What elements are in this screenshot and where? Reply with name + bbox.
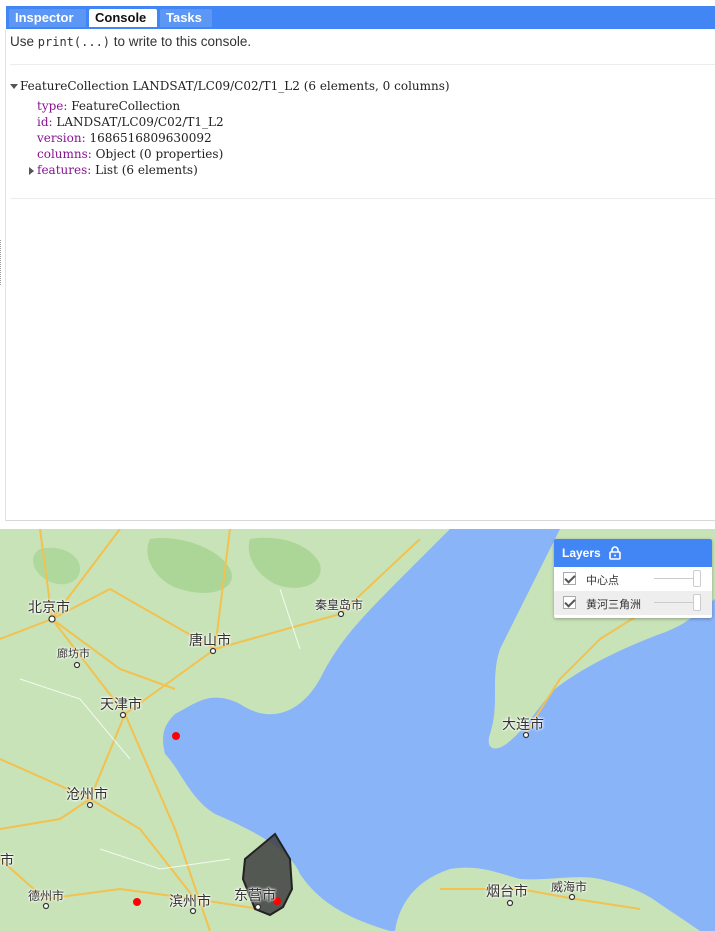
object-prop-type: type: FeatureCollection [37,99,180,113]
object-header[interactable]: FeatureCollection LANDSAT/LC09/C02/T1_L2… [20,79,450,93]
prop-value: List (6 elements) [95,163,198,177]
prop-key: columns: [37,147,92,161]
prop-value: 1686516809630092 [89,131,212,145]
prop-key: type: [37,99,68,113]
layers-panel: Layers 中心点 黄河三角洲 [554,539,712,618]
layer-name: 黄河三角洲 [586,599,641,611]
layers-title: Layers [562,546,601,560]
resize-handle[interactable] [0,240,4,285]
hint-code: print(...) [37,35,111,49]
lock-icon[interactable] [609,546,621,560]
tab-tasks[interactable]: Tasks [160,9,212,27]
city-label-beijing: 北京市 [28,599,70,615]
forest-patch [248,537,321,588]
city-label-partial: 市 [0,852,14,868]
expand-features-triangle-icon[interactable] [29,167,34,175]
prop-value: LANDSAT/LC09/C02/T1_L2 [56,115,224,129]
layer-checkbox[interactable] [563,572,576,585]
prop-key: features: [37,163,92,177]
city-label-cangzhou: 沧州市 [66,786,108,802]
object-prop-id: id: LANDSAT/LC09/C02/T1_L2 [37,115,224,129]
city-label-dezhou: 德州市 [28,889,65,903]
center-point-marker [172,732,180,740]
center-point-marker [133,898,141,906]
prop-value: FeatureCollection [71,99,181,113]
prop-key: version: [37,131,86,145]
console-divider [10,198,715,199]
city-label-langfang: 廊坊市 [57,648,90,660]
console-divider [10,64,715,65]
city-label-tianjin: 天津市 [100,696,142,712]
console-panel: Use print(...) to write to this console.… [5,29,715,521]
expand-triangle-icon[interactable] [10,84,18,89]
city-label-binzhou: 滨州市 [169,893,211,909]
hint-prefix: Use [10,34,38,49]
layers-header[interactable]: Layers [554,539,712,567]
tab-console[interactable]: Console [89,9,157,27]
layer-checkbox[interactable] [563,596,576,609]
object-prop-columns: columns: Object (0 properties) [37,147,223,161]
layer-row-yellow-river-delta: 黄河三角洲 [554,591,712,615]
opacity-slider-thumb[interactable] [693,570,701,587]
layer-name: 中心点 [586,575,619,587]
city-label-weihai: 威海市 [551,880,588,894]
forest-patch [147,538,232,593]
city-label-qinhuangdao: 秦皇岛市 [315,598,364,612]
tab-inspector[interactable]: Inspector [9,9,86,27]
hint-suffix: to write to this console. [110,34,252,49]
object-prop-version: version: 1686516809630092 [37,131,212,145]
city-label-dongying: 东营市 [234,887,276,903]
opacity-slider-thumb[interactable] [693,594,701,611]
city-label-tangshan: 唐山市 [189,632,231,648]
object-prop-features[interactable]: features: List (6 elements) [37,163,198,177]
layer-row-center-point: 中心点 [554,567,712,591]
city-label-yantai: 烟台市 [486,883,528,899]
prop-value: Object (0 properties) [95,147,224,161]
forest-patch [33,547,80,585]
city-label-dalian: 大连市 [502,716,544,732]
panel-tab-bar: Inspector Console Tasks [6,6,715,29]
console-hint: Use print(...) to write to this console. [10,34,251,49]
prop-key: id: [37,115,53,129]
